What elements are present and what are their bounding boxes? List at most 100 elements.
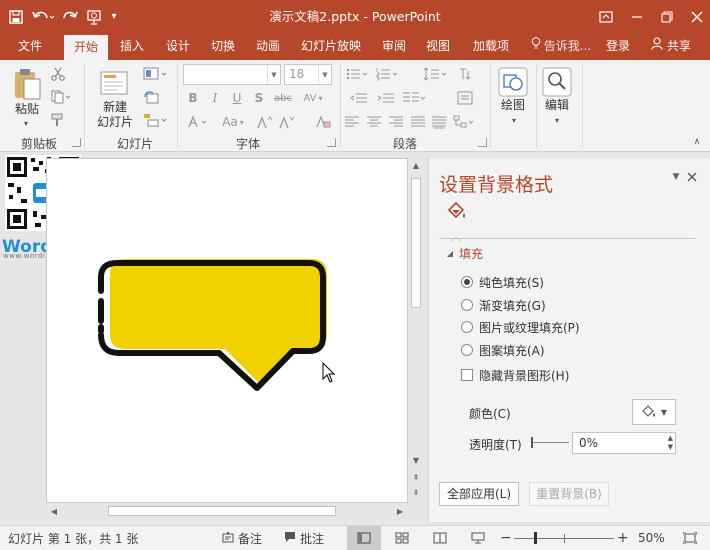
undo-icon[interactable] [28,5,58,29]
editing-label[interactable]: 编辑 [538,98,576,113]
scroll-up-icon[interactable]: ▲ [408,158,424,172]
tab-insert[interactable]: 插入 [112,33,152,60]
drawing-dropdown-icon[interactable]: ▾ [506,115,522,125]
reading-view-icon[interactable] [427,526,453,550]
increase-font-icon[interactable] [256,114,274,130]
font-color-icon[interactable] [186,114,210,130]
increase-indent-icon[interactable] [375,90,397,106]
font-name-combo[interactable]: ▼ [183,64,281,85]
slideshow-view-icon[interactable] [465,526,491,550]
fit-to-window-icon[interactable] [678,526,702,550]
bullets-icon[interactable] [345,66,371,82]
new-slide-icon[interactable] [97,66,133,100]
pane-close-icon[interactable] [685,170,699,184]
close-icon[interactable] [682,0,710,33]
radio-pattern-fill[interactable] [461,344,473,356]
align-right-icon[interactable] [387,114,405,130]
vertical-scroll-thumb[interactable] [411,178,421,308]
vertical-scrollbar[interactable]: ▲ ▼ ⇞ ⇟ [408,158,424,503]
character-spacing-button[interactable]: AV ▾ [298,90,328,106]
new-slide-label-line1[interactable]: 新建 [90,100,140,115]
restore-icon[interactable] [652,0,682,33]
picture-fill-option[interactable]: 图片或纹理填充(P) [461,318,580,336]
checkbox-hide-background[interactable] [461,369,473,381]
drawing-label[interactable]: 绘图 [494,98,532,113]
align-text-icon[interactable] [456,90,474,106]
decrease-font-icon[interactable] [278,114,296,130]
format-painter-icon[interactable] [50,112,66,128]
fill-section-title[interactable]: 填充 [459,245,483,262]
drawing-shapes-icon[interactable] [497,66,529,98]
zoom-slider[interactable] [514,532,614,544]
color-picker-button[interactable]: ▼ [632,399,676,425]
align-center-icon[interactable] [365,114,383,130]
normal-view-icon[interactable] [347,526,381,550]
slideshow-from-beginning-icon[interactable] [82,5,106,29]
tab-home[interactable]: 开始 [64,35,108,60]
pane-options-icon[interactable]: ▼ [669,170,683,184]
radio-picture-fill[interactable] [461,321,473,333]
fill-bucket-icon[interactable] [443,198,469,224]
tab-addins[interactable]: 加载项 [464,33,518,60]
tab-view[interactable]: 视图 [418,33,458,60]
transparency-slider[interactable] [531,437,569,449]
apply-to-all-button[interactable]: 全部应用(L) [439,482,519,506]
slider-handle[interactable] [531,437,533,448]
text-shadow-button[interactable]: S [252,90,266,106]
scroll-down-icon[interactable]: ▼ [408,453,424,467]
zoom-level[interactable]: 50% [638,526,665,550]
customize-qat-icon[interactable]: ▾ [106,5,122,29]
cut-icon[interactable] [50,66,66,82]
reset-background-button[interactable]: 重置背景(B) [529,482,609,506]
scroll-right-icon[interactable]: ▶ [392,504,408,518]
signin-link[interactable]: 登录 [600,33,636,60]
spinner-down-icon[interactable]: ▼ [668,443,673,451]
collapse-ribbon-icon[interactable]: ∧ [690,136,704,148]
columns-icon[interactable] [400,90,428,106]
reset-slide-icon[interactable] [142,89,160,105]
distributed-icon[interactable] [430,114,448,130]
collapse-triangle-icon[interactable]: ◢ [445,248,455,258]
bold-button[interactable]: B [186,90,200,106]
redo-icon[interactable] [58,5,82,29]
transparency-input[interactable]: 0% ▲ ▼ [572,432,676,454]
clear-formatting-icon[interactable] [314,114,332,130]
text-direction-icon[interactable] [456,66,474,82]
notes-button[interactable]: 备注 [222,526,262,550]
horizontal-scrollbar[interactable]: ◀ ▶ [46,503,408,519]
tab-slideshow[interactable]: 幻灯片放映 [296,33,366,60]
speech-bubble-shape[interactable] [47,159,407,502]
scroll-left-icon[interactable]: ◀ [46,504,62,518]
spinner-up-icon[interactable]: ▲ [668,434,673,442]
section-icon[interactable] [142,112,170,128]
solid-fill-option[interactable]: 纯色填充(S) [461,273,544,291]
numbering-icon[interactable] [375,66,401,82]
decrease-indent-icon[interactable] [345,90,373,106]
tab-file[interactable]: 文件 [8,33,52,60]
align-left-icon[interactable] [343,114,361,130]
zoom-slider-handle[interactable] [534,532,537,544]
line-spacing-icon[interactable] [422,66,450,82]
hide-background-option[interactable]: 隐藏背景图形(H) [461,366,569,384]
underline-button[interactable]: U [230,90,244,106]
pattern-fill-option[interactable]: 图案填充(A) [461,341,545,359]
tab-animations[interactable]: 动画 [248,33,288,60]
justify-icon[interactable] [409,114,427,130]
minimize-icon[interactable] [622,0,652,33]
strikethrough-button[interactable]: abc [272,90,294,106]
zoom-out-icon[interactable]: − [500,526,512,550]
tab-transitions[interactable]: 切换 [203,33,243,60]
editing-find-icon[interactable] [541,66,573,98]
comments-button[interactable]: 批注 [284,526,324,550]
slide-sorter-icon[interactable] [389,526,415,550]
previous-slide-icon[interactable]: ⇞ [408,470,424,484]
save-icon[interactable] [4,5,28,29]
paste-icon[interactable] [10,66,44,102]
font-launcher-icon[interactable] [327,138,336,147]
font-size-combo[interactable]: 18 ▼ [284,64,332,85]
italic-button[interactable]: I [208,90,222,106]
paste-label[interactable]: 粘贴 [10,102,44,117]
zoom-in-icon[interactable]: + [617,526,629,550]
radio-solid-fill[interactable] [461,276,473,288]
next-slide-icon[interactable]: ⇟ [408,485,424,499]
